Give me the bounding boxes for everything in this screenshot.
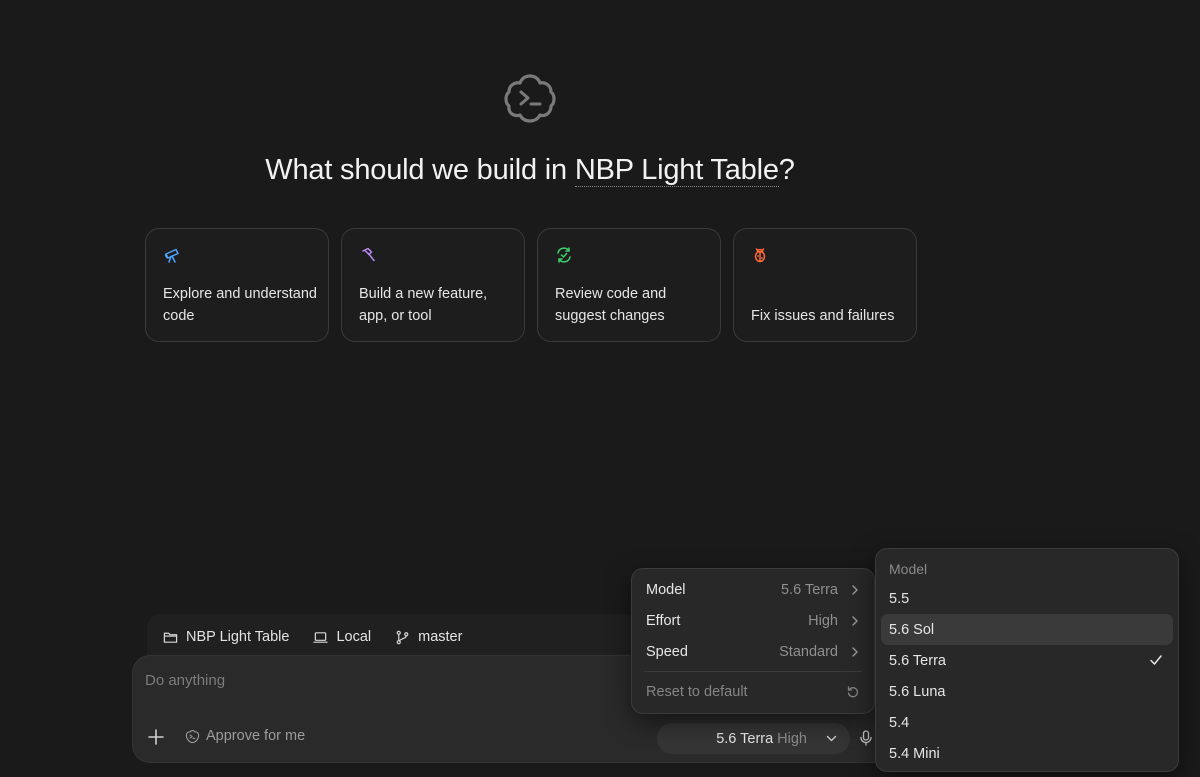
model-option[interactable]: 5.6 Luna [881,676,1173,707]
reset-icon [847,685,859,697]
submenu-header: Model [889,561,928,577]
suggestion-card-build[interactable]: Build a new feature, app, or tool [341,228,525,342]
model-option[interactable]: 5.6 Terra [881,645,1173,676]
checkmark-icon [1150,655,1162,665]
approve-for-me-toggle[interactable]: Approve for me [185,728,305,744]
menu-item-label: Effort [646,612,681,629]
environment-selector[interactable]: Local [313,629,371,645]
menu-divider [644,671,862,672]
suggestion-cards: Explore and understand code Build a new … [145,228,917,342]
model-option-label: 5.6 Terra [889,652,946,669]
menu-item-label: Model [646,581,686,598]
suggestion-card-explore[interactable]: Explore and understand code [145,228,329,342]
menu-item-label: Speed [646,643,688,660]
model-option-label: 5.6 Luna [889,683,946,700]
model-option-label: 5.4 Mini [889,745,940,762]
shield-terminal-icon [185,729,200,743]
environment-selector-label: Local [336,629,372,645]
prompt-input[interactable] [145,672,625,689]
telescope-icon [164,248,179,263]
branch-selector[interactable]: master [395,629,462,645]
model-submenu: Model 5.5 5.6 Sol 5.6 Terra 5.6 Luna 5.4… [875,548,1179,772]
menu-item-label: Reset to default [646,683,748,700]
model-option-label: 5.4 [889,714,910,731]
approve-for-me-label: Approve for me [206,728,306,744]
suggestion-card-label: Fix issues and failures [751,307,895,324]
model-option-label: 5.6 Sol [889,621,935,638]
chevron-right-icon [852,615,858,626]
bug-icon [754,248,766,263]
model-option[interactable]: 5.6 Sol [881,614,1173,645]
model-picker-button[interactable]: 5.6 Terra High [657,723,850,754]
folder-icon [163,632,178,643]
headline-prefix: What should we build in [265,154,575,186]
chevron-down-icon [826,735,837,742]
menu-item-speed[interactable]: Speed Standard [638,636,868,667]
suggestion-card-label: Review code and suggest changes [555,286,667,324]
model-picker-name: 5.6 Terra [716,730,774,747]
project-name-link[interactable]: NBP Light Table [574,154,779,187]
headline-suffix: ? [778,154,795,186]
add-attachment-icon[interactable] [147,728,165,746]
project-selector-label: NBP Light Table [186,629,290,645]
review-cycle-icon [557,247,571,263]
menu-item-model[interactable]: Model 5.6 Terra [638,574,868,605]
menu-item-value: 5.6 Terra [781,581,838,598]
model-settings-menu: Model 5.6 Terra Effort High Speed Standa… [631,568,875,714]
hammer-icon [362,247,375,262]
page-title: What should we build in NBP Light Table? [0,154,1060,187]
suggestion-card-fix[interactable]: Fix issues and failures [733,228,917,342]
model-option[interactable]: 5.5 [881,583,1173,614]
app-window: What should we build in NBP Light Table?… [0,0,1200,777]
menu-item-reset[interactable]: Reset to default [638,676,868,707]
chevron-right-icon [852,646,858,657]
model-option[interactable]: 5.4 [881,707,1173,738]
laptop-icon [313,631,329,643]
menu-item-effort[interactable]: Effort High [638,605,868,636]
model-option[interactable]: 5.4 Mini [881,738,1173,769]
terminal-cloud-logo-icon [504,74,556,123]
branch-selector-label: master [418,629,463,645]
suggestion-card-review[interactable]: Review code and suggest changes [537,228,721,342]
microphone-icon[interactable] [859,730,873,746]
menu-item-value: Standard [779,643,838,660]
suggestion-card-label: Explore and understand code [163,286,317,324]
model-option-label: 5.5 [889,590,910,607]
chevron-right-icon [852,584,858,595]
git-branch-icon [396,630,409,644]
suggestion-card-label: Build a new feature, app, or tool [359,286,488,324]
model-picker-effort: High [777,730,807,747]
project-selector[interactable]: NBP Light Table [163,629,289,645]
menu-item-value: High [808,612,838,629]
